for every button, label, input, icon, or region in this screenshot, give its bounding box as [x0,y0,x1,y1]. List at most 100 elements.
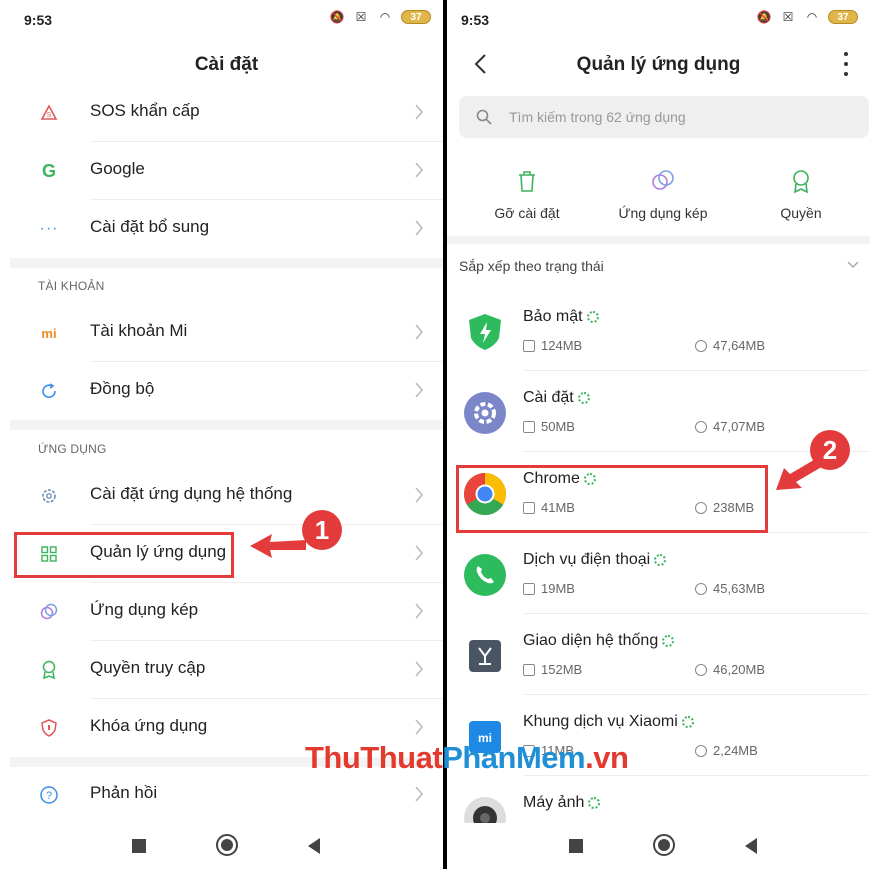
storage-value: 46,20MB [713,662,766,677]
settings-item-label: Khóa ứng dụng [90,716,208,735]
settings-item-sos[interactable]: S SOS khẩn cấp [10,84,443,142]
security-shield-icon [463,310,507,354]
nav-bar [447,823,870,869]
app-name: Bảo mật [523,308,599,326]
status-bar: 9:53 🔕 ☒ ◠ 37 [447,8,870,32]
app-name-text: Cài đặt [523,389,574,406]
settings-screen: 9:53 🔕 ☒ ◠ 37 Cài đặt S SOS khẩn cấp G G… [10,0,443,869]
battery-icon: 37 [828,10,858,24]
chevron-right-icon [415,719,424,735]
storage-value: 47,07MB [713,419,766,434]
action-label: Gỡ cài đặt [494,205,560,221]
action-label: Ứng dụng kép [618,205,708,221]
wifi-icon: ◠ [379,10,391,24]
arrow-1-icon [250,534,306,558]
chevron-down-icon [847,261,859,269]
section-header-account: TÀI KHOẢN [38,279,105,293]
screenshot-root: 9:53 🔕 ☒ ◠ 37 Cài đặt S SOS khẩn cấp G G… [0,0,870,869]
step-badge-2: 2 [810,430,850,470]
app-row[interactable]: Bảo mật 124MB 47,64MB [447,290,870,371]
running-indicator-icon [586,310,599,323]
sort-dropdown[interactable]: Sắp xếp theo trạng thái [447,246,870,286]
clock-icon [695,339,707,352]
uninstall-button[interactable]: Gỡ cài đặt [467,160,587,221]
manage-apps-screen: 9:53 🔕 ☒ ◠ 37 Quản lý ứng dụng Tìm kiếm … [447,0,870,869]
step-badge-1: 1 [302,510,342,550]
settings-item-label: Tài khoản Mi [90,321,188,340]
chevron-right-icon [415,545,424,561]
chevron-right-icon [415,162,424,178]
highlight-manage-apps [14,532,234,578]
status-icons: 🔕 ☒ ◠ 37 [329,10,431,24]
more-options-button[interactable] [842,52,850,76]
app-row[interactable]: Giao diện hệ thống 152MB 46,20MB [447,614,870,695]
watermark: ThuThuatPhanMem.vn [305,740,629,775]
settings-item-label: Đồng bộ [90,379,155,398]
memory-value: 152MB [541,662,583,677]
sort-label: Sắp xếp theo trạng thái [459,258,604,274]
section-divider [447,236,870,244]
running-indicator-icon [662,634,675,647]
chevron-right-icon [415,487,424,503]
status-bar: 9:53 🔕 ☒ ◠ 37 [10,8,443,32]
svg-text:S: S [47,112,52,119]
app-name-text: Bảo mật [523,308,583,325]
app-row[interactable]: Dịch vụ điện thoại 19MB 45,63MB [447,533,870,614]
back-nav-button[interactable] [745,838,757,854]
permission-icon [38,659,60,681]
app-name: Máy ảnh [523,794,601,812]
settings-item-dual-apps[interactable]: Ứng dụng kép [10,583,443,641]
recents-button[interactable] [569,839,583,853]
sim-icon: ☒ [782,10,794,24]
settings-item-mi-account[interactable]: mi Tài khoản Mi [10,304,443,362]
settings-item-label: SOS khẩn cấp [90,101,200,120]
storage-value: 45,63MB [713,581,766,596]
running-indicator-icon [654,553,667,566]
mute-icon: 🔕 [756,10,772,24]
section-header-apps: ỨNG DỤNG [38,442,107,456]
settings-item-system-apps[interactable]: Cài đặt ứng dụng hệ thống [10,467,443,525]
chevron-right-icon [415,324,424,340]
settings-item-sync[interactable]: Đồng bộ [10,362,443,420]
dual-apps-button[interactable]: Ứng dụng kép [603,160,723,221]
permissions-button[interactable]: Quyền [741,160,861,221]
chevron-right-icon [415,104,424,120]
app-name-text: Dịch vụ điện thoại [523,551,651,568]
permission-icon [793,170,809,194]
chip-icon [523,339,535,352]
home-button[interactable] [653,834,675,856]
chevron-right-icon [415,786,424,802]
memory-value: 50MB [541,419,575,434]
chevron-right-icon [415,220,424,236]
app-storage: 2,24MB [695,743,758,758]
back-nav-button[interactable] [308,838,320,854]
chevron-right-icon [415,603,424,619]
settings-gear-icon [463,391,507,435]
settings-item-google[interactable]: G Google [10,142,443,200]
system-ui-icon [463,634,507,678]
sim-icon: ☒ [355,10,367,24]
memory-value: 124MB [541,338,583,353]
clock-icon [695,663,707,676]
recents-button[interactable] [132,839,146,853]
settings-item-additional[interactable]: ··· Cài đặt bổ sung [10,200,443,258]
section-divider [10,420,443,430]
battery-icon: 37 [401,10,431,24]
settings-item-label: Ứng dụng kép [90,600,199,619]
home-button[interactable] [216,834,238,856]
app-memory: 19MB [523,581,575,596]
gear-icon [38,485,60,507]
app-row[interactable]: Cài đặt 50MB 47,07MB [447,371,870,452]
google-icon: G [41,160,56,181]
app-storage: 45,63MB [695,581,765,596]
app-memory: 50MB [523,419,575,434]
chip-icon [523,663,535,676]
running-indicator-icon [588,796,601,809]
search-input[interactable]: Tìm kiếm trong 62 ứng dụng [459,96,869,138]
app-name: Khung dịch vụ Xiaomi [523,713,694,731]
app-storage: 47,64MB [695,338,765,353]
action-bar: Gỡ cài đặt Ứng dụng kép Quyền [447,160,870,232]
home-dot-icon [658,839,670,851]
memory-value: 19MB [541,581,575,596]
settings-item-permissions[interactable]: Quyền truy cập [10,641,443,699]
